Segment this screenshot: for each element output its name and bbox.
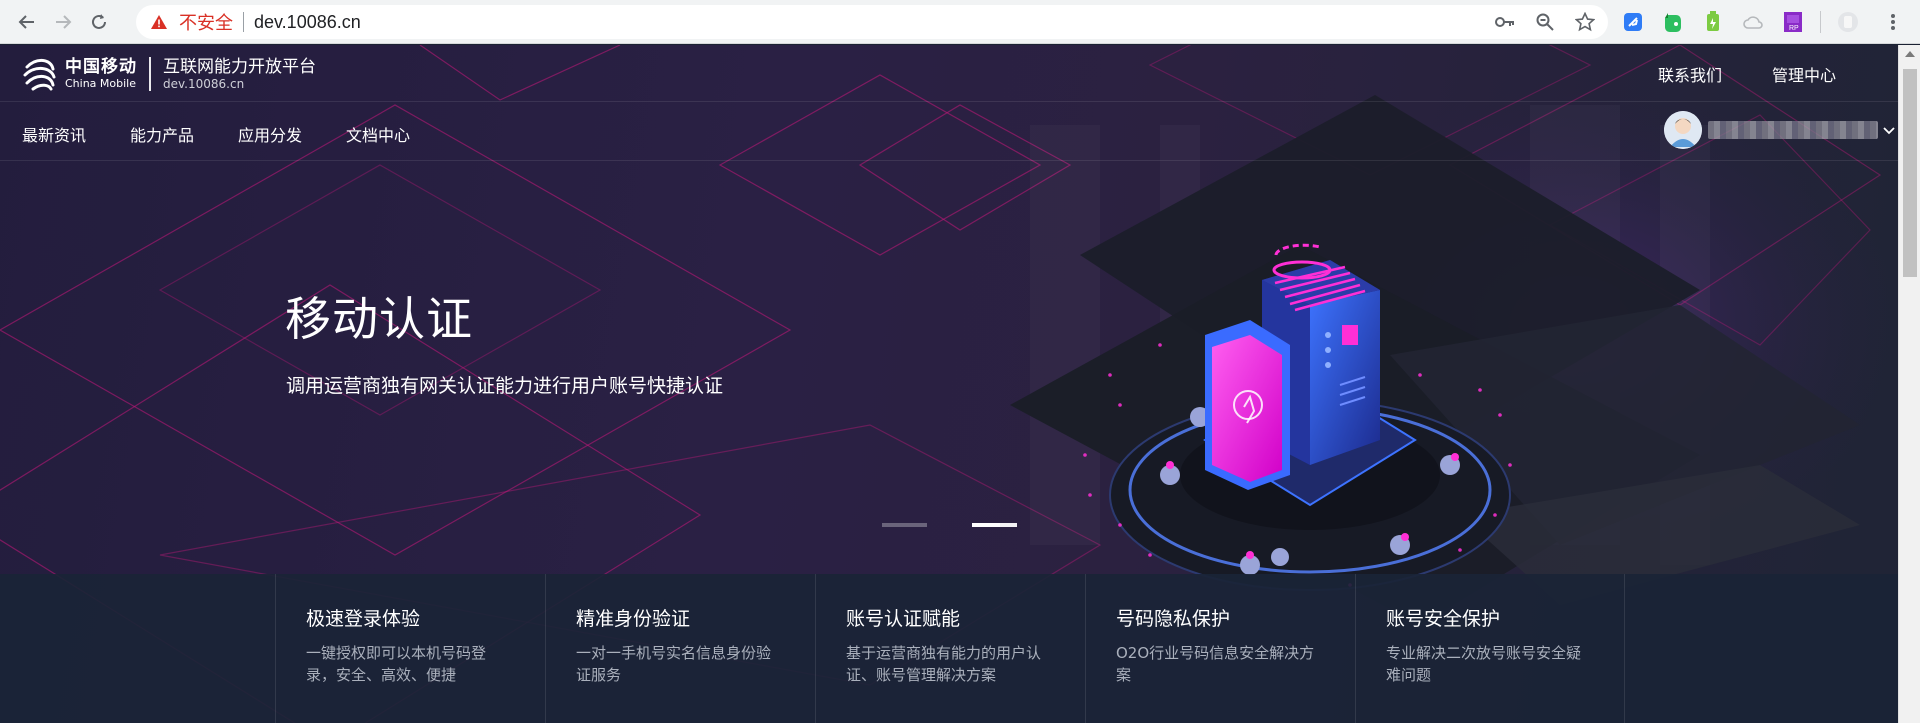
scroll-up-icon[interactable] (1905, 51, 1915, 57)
chevron-down-icon[interactable] (1882, 123, 1896, 137)
feature-desc: 一对一手机号实名信息身份验证服务 (576, 644, 772, 684)
hero-title: 移动认证 (285, 292, 473, 346)
contact-us-link[interactable]: 联系我们 (1658, 62, 1722, 86)
extension-rp-icon[interactable]: RP (1780, 9, 1806, 35)
site-logo[interactable]: 中国移动 China Mobile 互联网能力开放平台 dev.10086.cn (21, 55, 316, 93)
feature-title: 精准身份验证 (576, 608, 691, 630)
extension-feather-icon[interactable] (1620, 9, 1646, 35)
carousel-dot-2[interactable] (972, 523, 1017, 527)
feature-card[interactable]: 号码隐私保护 O2O行业号码信息安全解决方案 (1085, 574, 1355, 723)
main-nav: 最新资讯 能力产品 应用分发 文档中心 (0, 103, 1898, 161)
reload-icon (92, 13, 106, 29)
forward-button[interactable] (45, 4, 81, 40)
site-topbar: 中国移动 China Mobile 互联网能力开放平台 dev.10086.cn… (0, 45, 1898, 102)
platform-domain: dev.10086.cn (163, 77, 245, 91)
omnibox-divider (243, 12, 244, 32)
platform-name: 互联网能力开放平台 (163, 57, 316, 77)
zoom-icon[interactable] (1532, 9, 1558, 35)
extensions-bar: RP (1620, 8, 1861, 36)
nav-item-news[interactable]: 最新资讯 (22, 122, 86, 146)
kebab-menu-icon (1891, 14, 1895, 30)
carousel-indicators (882, 523, 1017, 527)
nav-item-app-distribution[interactable]: 应用分发 (238, 122, 302, 146)
browser-menu-button[interactable] (1880, 9, 1906, 35)
scroll-thumb[interactable] (1903, 69, 1917, 277)
feature-strip: 极速登录体验 一键授权即可以本机号码登录，安全、高效、便捷 精准身份验证 一对一… (0, 574, 1898, 723)
feature-desc: 专业解决二次放号账号安全疑难问题 (1386, 644, 1582, 684)
profile-icon[interactable] (1835, 9, 1861, 35)
feature-card[interactable]: 账号安全保护 专业解决二次放号账号安全疑难问题 (1355, 574, 1625, 723)
user-avatar-icon (1664, 111, 1702, 149)
forward-arrow-icon (56, 14, 72, 29)
china-mobile-logo-icon (23, 59, 56, 91)
feature-title: 号码隐私保护 (1116, 608, 1231, 630)
hero-subtitle: 调用运营商独有网关认证能力进行用户账号快捷认证 (286, 375, 724, 397)
address-bar[interactable]: 不安全 dev.10086.cn (136, 5, 1608, 39)
evernote-icon[interactable] (1660, 9, 1686, 35)
logo-divider (149, 57, 151, 91)
carousel-dot-1[interactable] (882, 523, 927, 527)
toolbar-divider (1820, 11, 1821, 33)
user-menu[interactable] (1664, 111, 1896, 149)
user-name-blurred[interactable] (1708, 121, 1878, 139)
brand-cn: 中国移动 (65, 57, 137, 77)
feature-desc: O2O行业号码信息安全解决方案 (1116, 644, 1315, 684)
avatar[interactable] (1664, 111, 1702, 149)
admin-center-link[interactable]: 管理中心 (1772, 62, 1836, 86)
feature-title: 账号认证赋能 (846, 608, 961, 630)
back-arrow-icon (18, 14, 34, 29)
nav-item-products[interactable]: 能力产品 (130, 122, 194, 146)
page-content: 中国移动 China Mobile 互联网能力开放平台 dev.10086.cn… (0, 45, 1898, 723)
feature-card[interactable]: 账号认证赋能 基于运营商独有能力的用户认证、账号管理解决方案 (815, 574, 1085, 723)
extension-cloud-icon[interactable] (1740, 9, 1766, 35)
browser-toolbar: 不安全 dev.10086.cn RP (0, 0, 1920, 44)
security-status[interactable]: 不安全 (179, 9, 233, 35)
reload-button[interactable] (81, 4, 117, 40)
page-scrollbar[interactable] (1898, 45, 1920, 723)
feature-title: 账号安全保护 (1386, 608, 1501, 630)
feature-title: 极速登录体验 (306, 608, 421, 630)
feature-desc: 一键授权即可以本机号码登录，安全、高效、便捷 (306, 644, 487, 684)
brand-en: China Mobile (65, 77, 137, 90)
back-button[interactable] (9, 4, 45, 40)
nav-item-docs[interactable]: 文档中心 (346, 122, 410, 146)
key-icon[interactable] (1492, 9, 1518, 35)
feature-desc: 基于运营商独有能力的用户认证、账号管理解决方案 (846, 644, 1042, 684)
star-icon[interactable] (1572, 9, 1598, 35)
feature-card[interactable]: 极速登录体验 一键授权即可以本机号码登录，安全、高效、便捷 (275, 574, 545, 723)
warning-icon[interactable] (149, 13, 169, 31)
url-text[interactable]: dev.10086.cn (254, 12, 361, 33)
svg-text:RP: RP (1789, 25, 1799, 32)
feature-card[interactable]: 精准身份验证 一对一手机号实名信息身份验证服务 (545, 574, 815, 723)
extension-battery-icon[interactable] (1700, 9, 1726, 35)
